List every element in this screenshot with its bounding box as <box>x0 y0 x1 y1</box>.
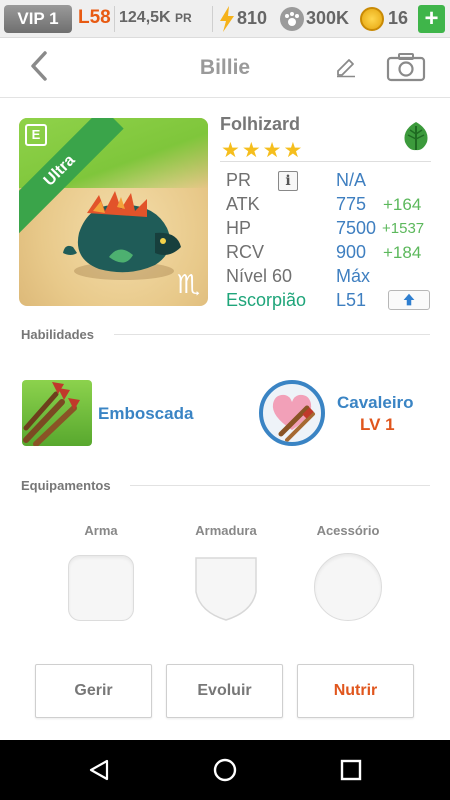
power-unit: PR <box>175 11 192 25</box>
energy-bolt-icon <box>220 6 234 32</box>
leader-skill-level: LV 1 <box>360 415 395 434</box>
accessory-slot-label: Acessório <box>316 523 380 538</box>
hp-bonus: +1537 <box>382 220 425 237</box>
hp-label: HP <box>226 218 252 238</box>
rcv-value: 900 <box>336 242 367 262</box>
power-value: 124,5K <box>119 9 171 26</box>
nav-back-icon[interactable] <box>87 758 111 782</box>
star-icon: ★ <box>241 139 261 162</box>
power-rating: 124,5K PR <box>119 9 192 27</box>
pr-value: N/A <box>336 170 367 190</box>
add-currency-button[interactable]: + <box>418 5 445 33</box>
collection-icon: E <box>25 124 47 146</box>
star-icon: ★ <box>221 139 240 162</box>
nav-recents-icon[interactable] <box>340 759 362 781</box>
armor-slot-shield-icon[interactable] <box>192 554 260 622</box>
divider <box>212 6 213 32</box>
weapon-slot[interactable] <box>68 555 134 621</box>
feed-button[interactable]: Nutrir <box>297 664 414 718</box>
manage-button[interactable]: Gerir <box>35 664 152 718</box>
camera-icon[interactable] <box>386 52 426 82</box>
page-title: Billie <box>199 56 251 79</box>
pencil-icon[interactable] <box>334 55 358 79</box>
energy-value: 810 <box>237 8 268 28</box>
coin-icon <box>360 7 384 31</box>
vip-badge[interactable]: VIP 1 <box>4 5 72 33</box>
resource-bar: VIP 1 L58 124,5K PR 810 300K 16 + <box>0 0 450 38</box>
divider <box>220 161 431 162</box>
atk-bonus: +164 <box>383 195 422 214</box>
player-level: L58 <box>78 7 111 28</box>
coins-value: 16 <box>388 8 409 28</box>
nav-home-icon[interactable] <box>212 757 238 783</box>
rcv-label: RCV <box>226 242 265 262</box>
paw-food-icon <box>280 7 304 31</box>
skill-ambush-icon[interactable] <box>22 380 92 446</box>
divider <box>114 6 115 32</box>
level-label: Nível 60 <box>226 266 293 286</box>
system-nav-bar <box>0 740 450 800</box>
monster-portrait[interactable]: Ultra E ♏ <box>19 118 208 306</box>
scorpio-zodiac-icon: ♏ <box>176 269 200 299</box>
atk-value: 775 <box>336 194 367 214</box>
info-icon[interactable]: i <box>278 171 298 191</box>
arrow-up-icon <box>403 293 415 306</box>
rcv-bonus: +184 <box>383 243 422 262</box>
leader-skill-name[interactable]: Cavaleiro <box>337 393 414 413</box>
star-icon: ★ <box>283 139 303 162</box>
monster-species: Folhizard <box>220 114 300 134</box>
zodiac-sign-level: L51 <box>336 290 367 310</box>
divider <box>0 97 450 98</box>
star-rating: ★★★★ <box>221 138 304 163</box>
weapon-slot-label: Arma <box>84 523 118 538</box>
skill-ambush-name[interactable]: Emboscada <box>98 404 193 424</box>
leader-skill-knight-icon[interactable] <box>259 380 325 446</box>
food-value: 300K <box>306 8 350 28</box>
level-value: Máx <box>336 266 371 286</box>
divider <box>114 334 430 335</box>
accessory-slot[interactable] <box>314 553 382 621</box>
upgrade-sign-button[interactable] <box>388 290 430 310</box>
skills-section-title: Habilidades <box>21 327 94 342</box>
zodiac-sign-label: Escorpião <box>226 290 307 310</box>
hp-value: 7500 <box>336 218 377 238</box>
divider <box>130 485 430 486</box>
pr-label: PR <box>226 170 252 190</box>
armor-slot-label: Armadura <box>195 523 257 538</box>
atk-label: ATK <box>226 194 260 214</box>
evolve-button[interactable]: Evoluir <box>166 664 283 718</box>
leaf-element-icon <box>404 122 428 151</box>
star-icon: ★ <box>262 139 282 162</box>
monster-figure <box>63 191 181 280</box>
equipment-section-title: Equipamentos <box>21 478 111 493</box>
